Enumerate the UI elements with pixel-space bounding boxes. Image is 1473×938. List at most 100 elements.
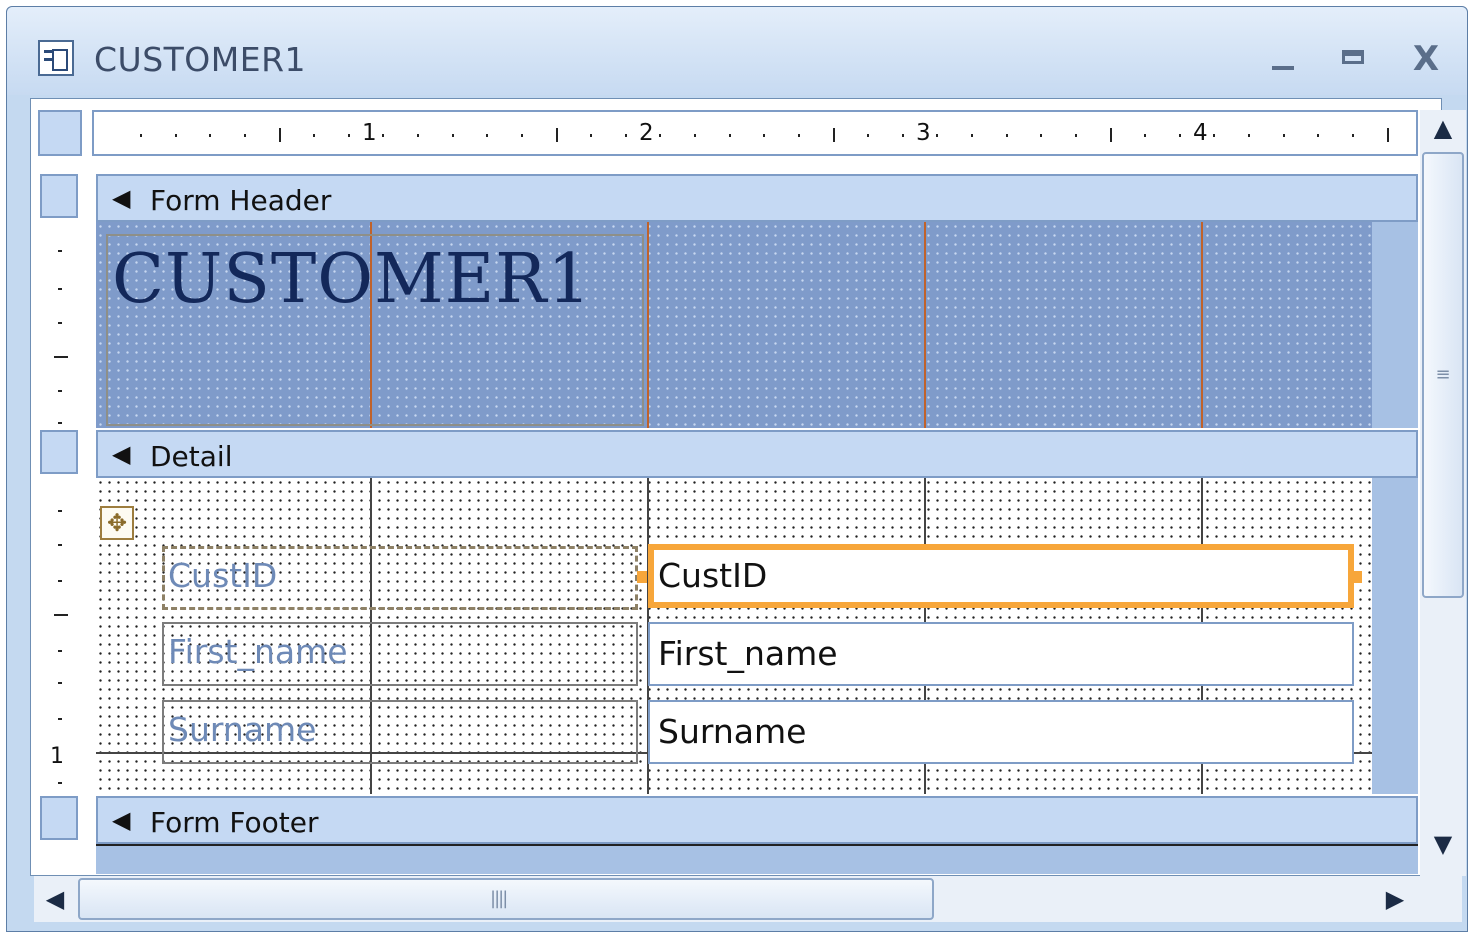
custid-control-source: CustID [658,556,768,595]
grid-line [1201,222,1203,428]
ruler-tick [1074,134,1077,137]
ruler-tick [694,134,696,137]
ruler-number: 1 [50,744,64,769]
section-label: Form Footer [150,806,319,839]
move-handle-icon[interactable]: ✥ [100,506,134,540]
ruler-tick [58,682,62,684]
ruler-tick [58,510,62,512]
ruler-tick [1386,128,1389,142]
custid-label[interactable]: CustID [168,556,277,595]
ruler-tick [1109,128,1112,142]
ruler-tick [417,134,419,137]
surname-textbox[interactable]: Surname [648,700,1354,764]
ruler-tick [763,134,766,137]
ruler-tick [313,134,316,137]
ruler-tick [451,134,454,137]
detail-right-margin [1372,478,1418,794]
section-selector-detail[interactable] [40,430,78,474]
maximize-button[interactable] [1326,34,1382,84]
header-right-margin [1372,222,1418,428]
scroll-left-icon[interactable]: ◀ [38,880,72,918]
custid-textbox[interactable]: CustID [648,544,1354,608]
section-arrow-icon: ◀ [112,806,131,834]
ruler-tick [58,322,62,324]
grid-line [647,222,649,428]
ruler-tick [382,134,385,137]
ruler-tick [1005,134,1008,137]
section-selector-footer[interactable] [40,796,78,840]
ruler-tick [58,288,62,290]
form-selector[interactable] [38,110,82,156]
surname-control-source: Surname [658,712,807,751]
ruler-number: 3 [916,120,931,146]
section-label: Detail [150,440,233,473]
ruler-tick [624,134,627,137]
form-title-label[interactable]: CUSTOMER1 [112,240,592,319]
first-name-label[interactable]: First_name [168,632,348,671]
ruler-tick [1351,134,1354,137]
ruler-tick [832,128,835,142]
form-header-bar[interactable]: ◀ Form Header [96,174,1418,222]
ruler-tick [54,614,68,616]
surname-label[interactable]: Surname [168,710,316,749]
scroll-up-icon[interactable]: ▲ [1424,114,1462,148]
first-name-control-source: First_name [658,634,838,673]
ruler-tick [1317,134,1320,137]
form-footer-area[interactable] [96,844,1418,874]
ruler-number: 1 [362,120,377,146]
ruler-tick [58,544,62,546]
ruler-tick [901,134,904,137]
grid-line [924,222,926,428]
section-arrow-icon: ◀ [112,184,131,212]
window-title: CUSTOMER1 [94,40,307,79]
ruler-tick [58,580,62,582]
ruler-tick [1040,134,1043,137]
ruler-tick [58,390,62,392]
ruler-tick [936,134,939,137]
section-arrow-icon: ◀ [112,440,131,468]
ruler-tick [797,134,800,137]
ruler-number: 2 [639,120,654,146]
scroll-down-icon[interactable]: ▼ [1424,830,1462,864]
form-icon [38,40,74,76]
ruler-tick [243,134,246,137]
ruler-tick [1213,134,1216,137]
detail-bar[interactable]: ◀ Detail [96,430,1418,478]
section-label: Form Header [150,184,332,217]
ruler-tick [520,134,523,137]
minimize-button[interactable] [1256,34,1312,84]
grip-icon: ≡ [1435,364,1451,385]
ruler-tick [140,134,142,137]
ruler-tick [1248,134,1250,137]
ruler-tick [1178,134,1181,137]
ruler-tick [278,128,281,142]
horizontal-ruler[interactable]: 1 2 3 4 [92,110,1418,156]
selection-handle[interactable] [637,571,647,583]
selection-handle[interactable] [1352,571,1362,583]
ruler-tick [58,782,62,784]
form-footer-bar[interactable]: ◀ Form Footer [96,796,1418,844]
ruler-tick [58,250,62,252]
first-name-textbox[interactable]: First_name [648,622,1354,686]
ruler-tick [54,356,68,358]
ruler-tick [486,134,489,137]
ruler-tick [174,134,177,137]
ruler-tick [1282,134,1285,137]
grip-icon: |||| [490,888,508,909]
ruler-tick [555,128,558,142]
ruler-tick [728,134,731,137]
ruler-tick [347,134,350,137]
ruler-tick [58,422,62,424]
ruler-number: 4 [1193,120,1208,146]
ruler-tick [971,134,973,137]
ruler-tick [58,718,62,720]
ruler-tick [58,650,62,652]
close-button[interactable]: X [1398,34,1454,84]
ruler-tick [209,134,212,137]
ruler-tick [659,134,662,137]
ruler-tick [867,134,870,137]
scroll-right-icon[interactable]: ▶ [1378,880,1412,918]
section-selector-header[interactable] [40,174,78,218]
vertical-ruler[interactable]: 1 [40,160,82,850]
ruler-tick [1144,134,1147,137]
